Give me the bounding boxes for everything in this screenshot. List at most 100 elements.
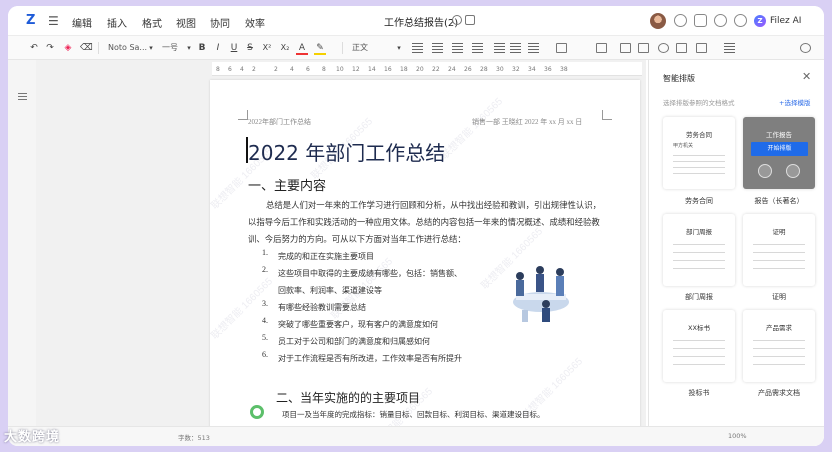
menu-format[interactable]: 格式 bbox=[142, 15, 162, 30]
choose-template-link[interactable]: +选择模版 bbox=[779, 97, 810, 107]
template-card[interactable]: XX标书 bbox=[663, 310, 735, 382]
template-card-title: 产品需求 bbox=[766, 324, 792, 332]
template-card-title: 证明 bbox=[772, 228, 786, 236]
multilevel-list-icon[interactable] bbox=[472, 43, 483, 53]
avatar[interactable] bbox=[650, 13, 666, 29]
placeholder-line bbox=[753, 364, 805, 365]
meeting-illustration[interactable] bbox=[506, 262, 576, 326]
font-color-button[interactable]: A bbox=[296, 41, 308, 55]
undo-icon[interactable]: ↶ bbox=[28, 41, 40, 55]
template-card-selected[interactable]: 工作报告 开始排版 bbox=[743, 117, 815, 189]
template-card-title: XX标书 bbox=[688, 324, 710, 332]
section-heading-1[interactable]: 一、主要内容 bbox=[248, 175, 326, 194]
format-painter-icon[interactable]: ◈ bbox=[62, 41, 74, 55]
menu-edit[interactable]: 编辑 bbox=[72, 15, 92, 30]
ai-logo-icon: Z bbox=[754, 15, 766, 27]
list-number: 2. bbox=[262, 265, 268, 274]
user-icon[interactable] bbox=[734, 14, 747, 27]
body-line[interactable]: 项目一及当年度的完成指标：销量目标、回款目标、利润目标、渠道建设目标。 bbox=[282, 409, 545, 420]
template-card[interactable]: 部门周报 bbox=[663, 214, 735, 286]
collapse-toolbar-icon[interactable] bbox=[800, 43, 811, 53]
history-icon[interactable] bbox=[714, 14, 727, 27]
placeholder-line bbox=[673, 260, 725, 261]
check-circle-icon[interactable] bbox=[452, 15, 462, 25]
outline-icon[interactable] bbox=[18, 93, 27, 101]
preview-eye-icon[interactable] bbox=[758, 164, 772, 178]
chart-icon[interactable] bbox=[638, 43, 649, 53]
indent-decrease-icon[interactable] bbox=[494, 43, 505, 53]
paragraph-style-select[interactable]: 正文 bbox=[348, 40, 398, 56]
cloud-save-icon[interactable] bbox=[465, 15, 475, 25]
template-card-title: 工作报告 bbox=[766, 131, 792, 139]
image-icon[interactable] bbox=[620, 43, 631, 53]
page-header-right[interactable]: 销售一部 王晓红 2022 年 xx 月 xx 日 bbox=[472, 117, 582, 127]
leaf-icon bbox=[250, 405, 264, 419]
textbox-icon[interactable] bbox=[696, 43, 707, 53]
present-icon[interactable] bbox=[674, 14, 687, 27]
italic-button[interactable]: I bbox=[212, 41, 224, 55]
bold-button[interactable]: B bbox=[196, 41, 208, 55]
ruler-tick: 8 bbox=[322, 66, 326, 73]
menu-view[interactable]: 视图 bbox=[176, 15, 196, 30]
document-canvas: 8 6 4 2 2 4 6 8 10 12 14 16 18 20 22 24 … bbox=[36, 60, 646, 446]
document-page[interactable]: 联想智能 1660565 联想智能 1660565 联想智能 1660565 联… bbox=[210, 80, 640, 446]
strikethrough-button[interactable]: S bbox=[244, 41, 256, 55]
person-head bbox=[556, 268, 564, 276]
horizontal-ruler[interactable]: 8 6 4 2 2 4 6 8 10 12 14 16 18 20 22 24 … bbox=[212, 62, 642, 76]
start-layout-button[interactable]: 开始排版 bbox=[751, 142, 808, 156]
template-label: 部门周报 bbox=[685, 293, 713, 301]
template-card[interactable]: 劳务合同 甲方机关 bbox=[663, 117, 735, 189]
menu-efficiency[interactable]: 效率 bbox=[245, 15, 265, 30]
list-text: 突破了哪些重要客户，现有客户的满意度如何 bbox=[278, 320, 438, 329]
chevron-down-icon[interactable]: ▾ bbox=[148, 41, 154, 55]
line-spacing-icon[interactable] bbox=[528, 43, 539, 53]
underline-button[interactable]: U bbox=[228, 41, 240, 55]
section-heading-2[interactable]: 二、当年实施的的主要项目 bbox=[276, 389, 420, 406]
superscript-button[interactable]: X² bbox=[260, 41, 274, 55]
clear-format-icon[interactable]: ⌫ bbox=[80, 41, 93, 55]
ruler-tick: 20 bbox=[416, 66, 424, 73]
filez-ai-button[interactable]: Z Filez AI bbox=[748, 12, 807, 30]
indent-increase-icon[interactable] bbox=[510, 43, 521, 53]
placeholder-line bbox=[753, 252, 805, 253]
page-header-left[interactable]: 2022年部门工作总结 bbox=[248, 117, 311, 127]
font-family-select[interactable]: Noto Sa... bbox=[104, 40, 150, 56]
word-count[interactable]: 字数：513 bbox=[178, 432, 210, 442]
chevron-down-icon[interactable]: ▾ bbox=[396, 41, 402, 55]
font-size-select[interactable]: 一号 bbox=[158, 40, 188, 56]
find-replace-icon[interactable] bbox=[724, 43, 735, 53]
person-head bbox=[542, 300, 550, 308]
placeholder-line bbox=[753, 244, 805, 245]
table-icon[interactable] bbox=[556, 43, 567, 53]
placeholder-line bbox=[753, 268, 805, 269]
border-icon[interactable] bbox=[596, 43, 607, 53]
placeholder-line bbox=[753, 260, 805, 261]
divider bbox=[342, 42, 343, 54]
close-icon[interactable]: ✕ bbox=[802, 70, 811, 83]
app-logo[interactable]: Z bbox=[26, 14, 40, 28]
zoom-level[interactable]: 100% bbox=[728, 432, 747, 440]
link-icon[interactable] bbox=[658, 43, 669, 53]
person-body bbox=[542, 308, 550, 322]
highlight-icon[interactable]: ✎ bbox=[314, 41, 326, 55]
redo-icon[interactable]: ↷ bbox=[44, 41, 56, 55]
person-body bbox=[516, 280, 524, 296]
subscript-button[interactable]: X₂ bbox=[278, 41, 292, 55]
align-icon[interactable] bbox=[412, 43, 423, 53]
document-title[interactable]: 工作总结报告(2) bbox=[384, 14, 458, 29]
document-heading[interactable]: 2022 年部门工作总结 bbox=[248, 137, 445, 166]
comment-icon[interactable] bbox=[676, 43, 687, 53]
body-paragraph[interactable]: 总结是人们对一年来的工作学习进行回顾和分析，从中找出经验和教训，引出规律性认识，… bbox=[248, 197, 608, 248]
share-icon[interactable] bbox=[694, 14, 707, 27]
hamburger-icon[interactable]: ☰ bbox=[48, 14, 59, 28]
template-card[interactable]: 证明 bbox=[743, 214, 815, 286]
numbered-list-icon[interactable] bbox=[452, 43, 463, 53]
template-card[interactable]: 产品需求 bbox=[743, 310, 815, 382]
chevron-down-icon[interactable]: ▾ bbox=[186, 41, 192, 55]
menu-insert[interactable]: 插入 bbox=[107, 15, 127, 30]
menu-collab[interactable]: 协同 bbox=[210, 15, 230, 30]
bullet-list-icon[interactable] bbox=[432, 43, 443, 53]
placeholder-line bbox=[753, 348, 805, 349]
delete-icon[interactable] bbox=[786, 164, 800, 178]
placeholder-line bbox=[753, 340, 805, 341]
